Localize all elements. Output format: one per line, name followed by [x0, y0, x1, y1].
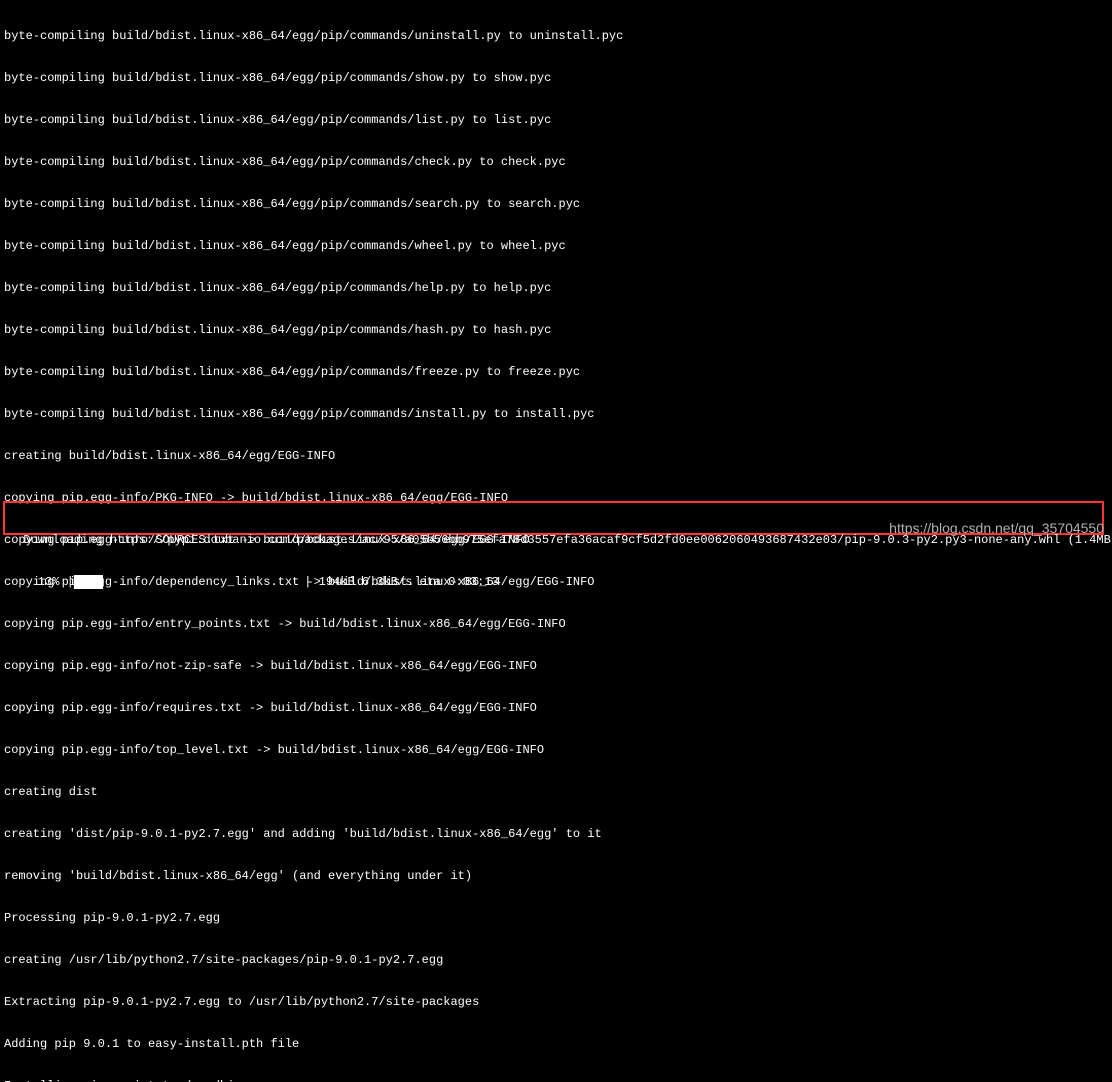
output-line: byte-compiling build/bdist.linux-x86_64/… — [4, 365, 1108, 379]
output-line: byte-compiling build/bdist.linux-x86_64/… — [4, 407, 1108, 421]
output-line: creating dist — [4, 785, 1108, 799]
output-line: byte-compiling build/bdist.linux-x86_64/… — [4, 197, 1108, 211]
output-line: Extracting pip-9.0.1-py2.7.egg to /usr/l… — [4, 995, 1108, 1009]
output-line: byte-compiling build/bdist.linux-x86_64/… — [4, 323, 1108, 337]
progress-bar-fill: ████ — [74, 575, 103, 589]
progress-percent: 13% | — [9, 575, 74, 589]
output-line: byte-compiling build/bdist.linux-x86_64/… — [4, 155, 1108, 169]
download-progress-line: 13% |████ | 194kB 6.3kB/s eta 0:03:13 — [9, 575, 1098, 589]
output-line: copying pip.egg-info/requires.txt -> bui… — [4, 701, 1108, 715]
progress-bar-empty — [103, 575, 305, 589]
output-line: copying pip.egg-info/not-zip-safe -> bui… — [4, 659, 1108, 673]
output-line: copying pip.egg-info/entry_points.txt ->… — [4, 617, 1108, 631]
output-line: creating build/bdist.linux-x86_64/egg/EG… — [4, 449, 1108, 463]
output-line: removing 'build/bdist.linux-x86_64/egg' … — [4, 869, 1108, 883]
output-line: Processing pip-9.0.1-py2.7.egg — [4, 911, 1108, 925]
output-line: Installing pip script to /usr/bin — [4, 1079, 1108, 1082]
output-line: byte-compiling build/bdist.linux-x86_64/… — [4, 239, 1108, 253]
output-line: Adding pip 9.0.1 to easy-install.pth fil… — [4, 1037, 1108, 1051]
output-line: byte-compiling build/bdist.linux-x86_64/… — [4, 71, 1108, 85]
output-line: byte-compiling build/bdist.linux-x86_64/… — [4, 29, 1108, 43]
output-line: byte-compiling build/bdist.linux-x86_64/… — [4, 113, 1108, 127]
output-line: copying pip.egg-info/top_level.txt -> bu… — [4, 743, 1108, 757]
output-line: byte-compiling build/bdist.linux-x86_64/… — [4, 281, 1108, 295]
watermark-text: https://blog.csdn.net/qq_35704550 — [889, 521, 1104, 535]
output-line: creating /usr/lib/python2.7/site-package… — [4, 953, 1108, 967]
progress-stats: | 194kB 6.3kB/s eta 0:03:13 — [304, 575, 498, 589]
output-line: creating 'dist/pip-9.0.1-py2.7.egg' and … — [4, 827, 1108, 841]
